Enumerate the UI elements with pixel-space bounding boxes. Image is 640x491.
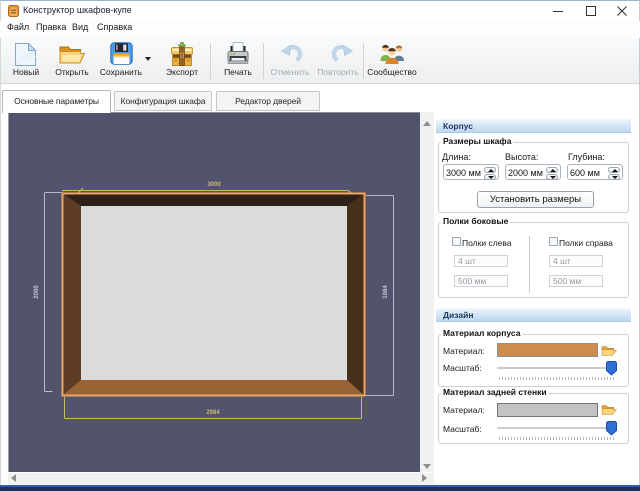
svg-text:2984: 2984 — [206, 410, 220, 416]
svg-text:2000: 2000 — [34, 285, 40, 299]
svg-text:3000: 3000 — [207, 182, 221, 188]
svg-text:1984: 1984 — [383, 285, 389, 299]
